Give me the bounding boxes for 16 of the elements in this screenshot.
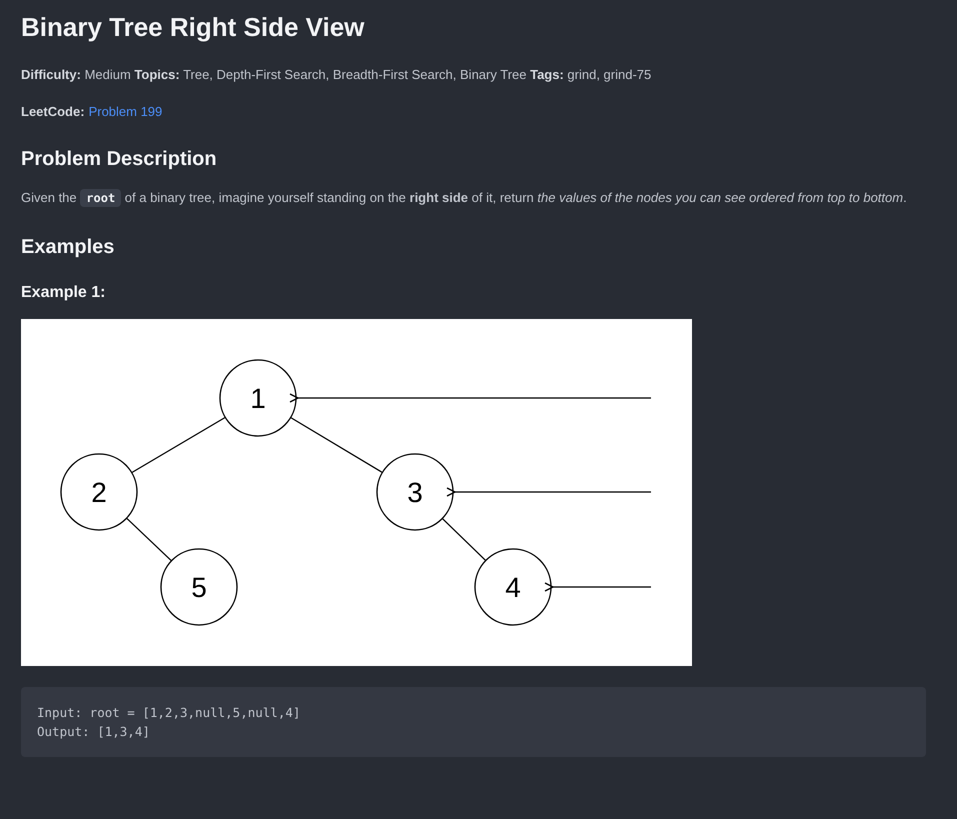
- node-value: 3: [407, 477, 423, 508]
- node-value: 5: [191, 572, 207, 603]
- example-code-block: Input: root = [1,2,3,null,5,null,4] Output: [1,3,4]: [21, 687, 926, 757]
- example-title: Example 1:: [21, 283, 106, 303]
- node-value: 4: [505, 572, 521, 603]
- tree-edge: [442, 518, 486, 561]
- problem-link[interactable]: Problem 199: [88, 103, 162, 121]
- tree-edge: [126, 518, 172, 562]
- leetcode-label: LeetCode:: [21, 103, 85, 121]
- section-heading: Problem Description: [21, 147, 218, 172]
- problem-meta: Difficulty: Medium Topics: Tree, Depth-First Search, Breadth-First Search, Binary Tree Tags: grind, grind-75: [21, 66, 652, 84]
- page-title: Binary Tree Right Side View: [21, 11, 366, 44]
- problem-description: Given the root of a binary tree, imagine yourself standing on the right side of it, return the values of the nodes you can see ordered from top to bottom.: [21, 188, 908, 209]
- node-value: 1: [250, 383, 266, 414]
- section-heading: Examples: [21, 235, 116, 260]
- node-value: 2: [91, 477, 107, 508]
